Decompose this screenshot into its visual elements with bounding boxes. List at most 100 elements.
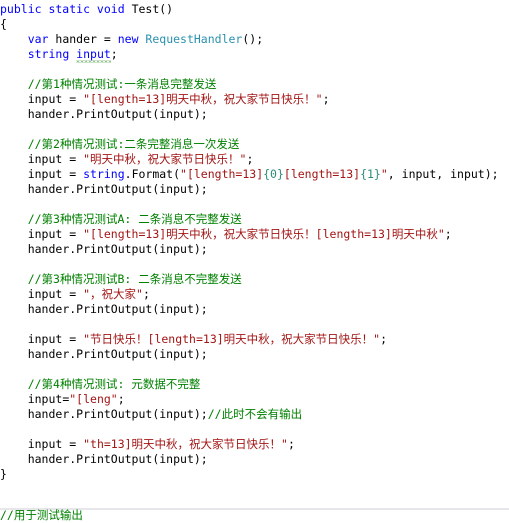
code-token-plain: input=: [27, 392, 70, 406]
code-line[interactable]: public static void Test(): [0, 2, 509, 17]
code-line[interactable]: input = "，祝大家";: [0, 287, 509, 302]
code-token-kw: string: [83, 167, 125, 181]
code-token-plain: input =: [27, 227, 84, 241]
code-token-cmt: //第3种情况测试B: 二条消息不完整发送: [27, 272, 242, 286]
code-line[interactable]: input = "节日快乐！[length=13]明天中秋，祝大家节日快乐！";: [0, 332, 509, 347]
code-line[interactable]: string input;: [0, 47, 509, 63]
code-line[interactable]: hander.PrintOutput(input);: [0, 347, 509, 362]
code-token-plain: hander =: [55, 32, 118, 46]
code-editor-surface[interactable]: public static void Test(){ var hander = …: [0, 0, 509, 522]
code-token-str: "[length=13]: [180, 167, 264, 181]
code-line[interactable]: //第2种情况测试:二条完整消息一次发送: [0, 137, 509, 152]
code-token-plain: }: [0, 467, 7, 481]
code-token-kw: var: [27, 32, 56, 46]
code-line[interactable]: [0, 422, 509, 437]
code-token-plain: ;: [110, 47, 118, 61]
code-line[interactable]: {: [0, 17, 509, 32]
code-token-cmt: //此时不会有输出: [207, 407, 303, 421]
code-token-plain: input =: [27, 92, 84, 106]
code-line[interactable]: hander.PrintOutput(input);: [0, 107, 509, 122]
code-line[interactable]: input = string.Format("[length=13]{0}[le…: [0, 167, 509, 182]
code-token-plain: Test(): [131, 2, 174, 16]
code-line[interactable]: hander.PrintOutput(input);: [0, 302, 509, 317]
code-token-str: "[leng": [69, 392, 118, 406]
code-line[interactable]: //第3种情况测试B: 二条消息不完整发送: [0, 272, 509, 287]
code-line[interactable]: input = "[length=13]明天中秋，祝大家节日快乐！";: [0, 92, 509, 107]
unused-variable-warning: input: [76, 47, 111, 63]
code-token-plain: ;: [142, 287, 150, 301]
code-line[interactable]: [0, 122, 509, 137]
code-line[interactable]: [0, 317, 509, 332]
code-token-cmt: //第2种情况测试:二条完整消息一次发送: [27, 137, 240, 151]
code-token-str: "[length=13]明天中秋，祝大家节日快乐！[length=13]明天中秋…: [83, 227, 445, 241]
code-token-str: ": [380, 167, 388, 181]
code-token-plain: ();: [242, 32, 264, 46]
code-token-fmt: {1}: [360, 167, 381, 181]
code-token-plain: hander.PrintOutput(input);: [27, 407, 208, 421]
code-token-plain: ;: [287, 437, 295, 451]
code-token-plain: input =: [27, 167, 84, 181]
code-line[interactable]: input = "th=13]明天中秋，祝大家节日快乐！";: [0, 437, 509, 452]
code-line[interactable]: //第3种情况测试A: 二条消息不完整发送: [0, 212, 509, 227]
code-token-cmt: //第4种情况测试: 元数据不完整: [27, 377, 201, 391]
code-line[interactable]: //第1种情况测试:一条消息完整发送: [0, 77, 509, 92]
code-line[interactable]: }: [0, 467, 509, 482]
code-line[interactable]: var hander = new RequestHandler();: [0, 32, 509, 47]
code-token-plain: ;: [246, 152, 254, 166]
code-line[interactable]: hander.PrintOutput(input);//此时不会有输出: [0, 407, 509, 422]
clipped-comment-line: //用于测试输出: [0, 508, 83, 522]
code-line[interactable]: [0, 62, 509, 77]
code-token-kw: public static void: [0, 2, 132, 16]
code-token-plain: .Format(: [124, 167, 181, 181]
code-token-plain: ;: [322, 92, 330, 106]
code-line[interactable]: hander.PrintOutput(input);: [0, 182, 509, 197]
code-token-str: "，祝大家": [83, 287, 143, 301]
code-lines-container[interactable]: public static void Test(){ var hander = …: [0, 2, 509, 482]
code-line[interactable]: [0, 257, 509, 272]
code-line[interactable]: input="[leng";: [0, 392, 509, 407]
code-line[interactable]: [0, 362, 509, 377]
code-line[interactable]: input = "明天中秋，祝大家节日快乐！";: [0, 152, 509, 167]
code-line[interactable]: [0, 197, 509, 212]
code-token-fmt: {0}: [263, 167, 284, 181]
code-line[interactable]: //第4种情况测试: 元数据不完整: [0, 377, 509, 392]
code-token-str: [length=13]: [283, 167, 361, 181]
code-token-plain: input =: [27, 152, 84, 166]
code-token-plain: {: [0, 17, 7, 31]
code-token-plain: hander.PrintOutput(input);: [27, 302, 208, 316]
code-token-plain: hander.PrintOutput(input);: [27, 242, 208, 256]
code-token-type: RequestHandler: [145, 32, 243, 46]
code-line[interactable]: hander.PrintOutput(input);: [0, 452, 509, 467]
code-token-str: "明天中秋，祝大家节日快乐！": [83, 152, 247, 166]
code-token-plain: hander.PrintOutput(input);: [27, 452, 208, 466]
code-token-plain: hander.PrintOutput(input);: [27, 182, 208, 196]
code-line[interactable]: hander.PrintOutput(input);: [0, 242, 509, 257]
code-token-kw: string: [27, 47, 77, 61]
code-token-plain: hander.PrintOutput(input);: [27, 107, 208, 121]
code-token-str: "[length=13]明天中秋，祝大家节日快乐！": [83, 92, 323, 106]
code-token-plain: input =: [27, 437, 84, 451]
code-token-cmt: //第1种情况测试:一条消息完整发送: [27, 77, 217, 91]
code-token-plain: ;: [380, 332, 388, 346]
code-token-plain: , input, input);: [387, 167, 499, 181]
code-token-str: "th=13]明天中秋，祝大家节日快乐！": [83, 437, 288, 451]
code-token-str: "节日快乐！[length=13]明天中秋，祝大家节日快乐！": [83, 332, 381, 346]
code-line[interactable]: input = "[length=13]明天中秋，祝大家节日快乐！[length…: [0, 227, 509, 242]
